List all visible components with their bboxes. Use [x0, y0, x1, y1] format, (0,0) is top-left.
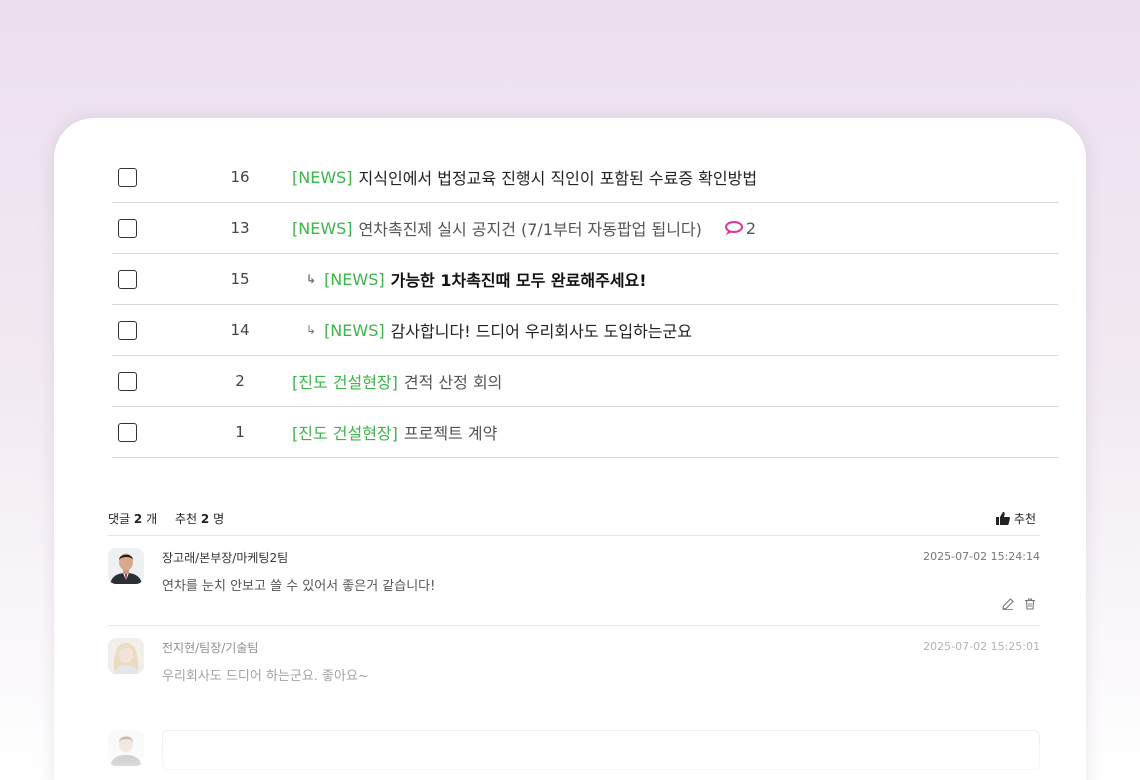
- post-number: 15: [230, 270, 250, 288]
- comment-date: 2025-07-02 15:24:14: [923, 550, 1040, 563]
- comment-header: 댓글 2 개 추천 2 명 추천: [108, 508, 1040, 536]
- comment-total: 2: [133, 512, 143, 526]
- comment-icon: [724, 221, 743, 235]
- page-background: 16 [NEWS] 지식인에서 법정교육 진행시 직인이 포함된 수료증 확인방…: [0, 0, 1140, 780]
- comment-count-badge[interactable]: 2: [724, 219, 756, 238]
- comment-summary: 댓글 2 개 추천 2 명: [108, 510, 224, 527]
- table-row[interactable]: 15 ↳ [NEWS] 가능한 1차촉진때 모두 완료해주세요!: [112, 254, 1058, 305]
- comment-text: 우리회사도 드디어 하는군요. 좋아요~: [162, 669, 369, 684]
- post-title[interactable]: [NEWS] 연차촉진제 실시 공지건 (7/1부터 자동팝업 됩니다) 2: [292, 216, 756, 240]
- post-title-text[interactable]: 연차촉진제 실시 공지건 (7/1부터 자동팝업 됩니다): [359, 216, 702, 240]
- comment-author: 장고래/본부장/마케팅2팀: [162, 551, 289, 565]
- post-category: [NEWS]: [292, 218, 353, 238]
- comment-item: 장고래/본부장/마케팅2팀 2025-07-02 15:24:14 연차를 눈치…: [108, 536, 1040, 626]
- post-category: [NEWS]: [324, 320, 385, 340]
- post-category: [진도 건설현장]: [292, 424, 398, 443]
- post-title-text[interactable]: 지식인에서 법정교육 진행시 직인이 포함된 수료증 확인방법: [359, 165, 758, 189]
- comment-count-label: 댓글: [108, 512, 131, 526]
- edit-icon[interactable]: [1002, 598, 1014, 610]
- post-number: 14: [230, 321, 250, 339]
- row-checkbox[interactable]: [118, 269, 137, 289]
- table-row[interactable]: 2 [진도 건설현장] 견적 산정 회의: [112, 356, 1058, 407]
- reply-arrow-icon: ↳: [306, 272, 317, 286]
- row-checkbox[interactable]: [118, 320, 137, 340]
- row-checkbox[interactable]: [118, 167, 137, 187]
- comment-text: 연차를 눈치 안보고 쓸 수 있어서 좋은거 같습니다!: [162, 579, 436, 594]
- post-number: 1: [235, 423, 245, 441]
- post-number: 16: [230, 168, 250, 186]
- post-category: [진도 건설현장]: [292, 373, 398, 392]
- row-checkbox[interactable]: [118, 218, 137, 238]
- row-checkbox[interactable]: [118, 422, 137, 442]
- comment-section: 댓글 2 개 추천 2 명 추천 장고래/본부장/마케팅2팀 2025-07-0…: [108, 508, 1040, 726]
- comment-count: 2: [745, 218, 757, 238]
- post-title[interactable]: ↳ [NEWS] 감사합니다! 드디어 우리회사도 도입하는군요: [306, 318, 692, 342]
- reply-arrow-icon: ↳: [306, 323, 317, 337]
- recommend-unit: 명: [213, 512, 225, 526]
- recommend-button[interactable]: 추천: [995, 510, 1036, 527]
- recommend-count-label: 추천: [174, 512, 198, 526]
- comment-unit: 개: [146, 512, 158, 526]
- post-title[interactable]: [진도 건설현장] 프로젝트 계약: [292, 420, 497, 444]
- row-checkbox[interactable]: [118, 371, 137, 391]
- comment-author: 전지현/팀장/기술팀: [162, 641, 259, 655]
- post-category: [NEWS]: [292, 167, 353, 187]
- avatar: [108, 730, 144, 766]
- post-title[interactable]: ↳ [NEWS] 가능한 1차촉진때 모두 완료해주세요!: [306, 267, 647, 291]
- post-title[interactable]: [진도 건설현장] 견적 산정 회의: [292, 369, 502, 393]
- post-title-text[interactable]: 견적 산정 회의: [404, 369, 503, 393]
- thumbs-up-icon: [995, 512, 1010, 525]
- table-row[interactable]: 14 ↳ [NEWS] 감사합니다! 드디어 우리회사도 도입하는군요: [112, 305, 1058, 356]
- avatar: [108, 638, 144, 674]
- comment-date: 2025-07-02 15:25:01: [923, 640, 1040, 653]
- post-category: [NEWS]: [324, 269, 385, 289]
- trash-icon[interactable]: [1024, 598, 1036, 610]
- post-title-text[interactable]: 가능한 1차촉진때 모두 완료해주세요!: [391, 267, 647, 291]
- table-row[interactable]: 16 [NEWS] 지식인에서 법정교육 진행시 직인이 포함된 수료증 확인방…: [112, 152, 1058, 203]
- board-card: 16 [NEWS] 지식인에서 법정교육 진행시 직인이 포함된 수료증 확인방…: [54, 118, 1086, 780]
- post-title-text[interactable]: 프로젝트 계약: [404, 420, 497, 444]
- post-number: 2: [235, 372, 245, 390]
- post-title[interactable]: [NEWS] 지식인에서 법정교육 진행시 직인이 포함된 수료증 확인방법: [292, 165, 757, 189]
- comment-input[interactable]: [162, 730, 1040, 770]
- comment-tools: [1002, 598, 1036, 610]
- comment-item: 전지현/팀장/기술팀 2025-07-02 15:25:01 우리회사도 드디어…: [108, 626, 1040, 726]
- post-list: 16 [NEWS] 지식인에서 법정교육 진행시 직인이 포함된 수료증 확인방…: [112, 152, 1058, 458]
- recommend-button-label: 추천: [1013, 512, 1036, 526]
- post-number: 13: [230, 219, 250, 237]
- avatar: [108, 548, 144, 584]
- post-title-text[interactable]: 감사합니다! 드디어 우리회사도 도입하는군요: [391, 318, 692, 342]
- table-row[interactable]: 13 [NEWS] 연차촉진제 실시 공지건 (7/1부터 자동팝업 됩니다) …: [112, 203, 1058, 254]
- recommend-total: 2: [200, 512, 210, 526]
- comment-write-area: [108, 730, 1040, 780]
- table-row[interactable]: 1 [진도 건설현장] 프로젝트 계약: [112, 407, 1058, 458]
